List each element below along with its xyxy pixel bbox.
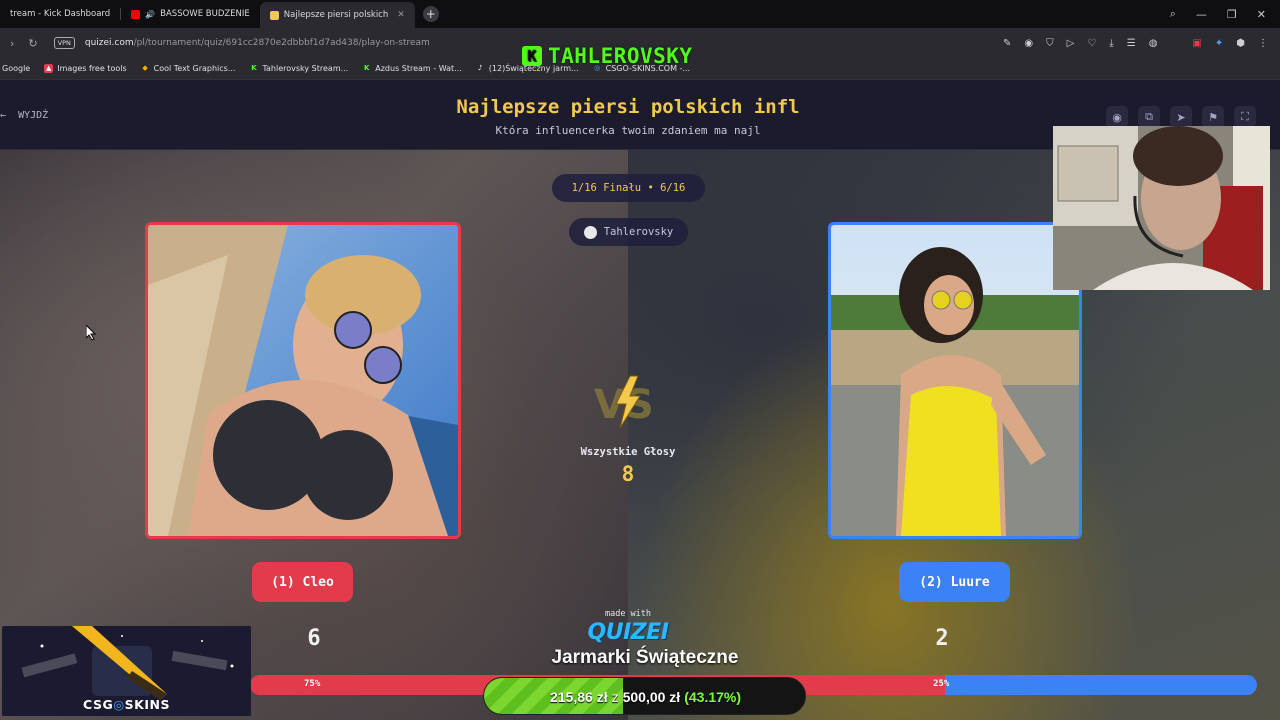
kick-icon: K: [251, 64, 257, 72]
tab-bassowe-budzenie-label: BASSOWE BUDZENIE: [160, 9, 250, 19]
forward-icon[interactable]: ›: [10, 37, 14, 50]
menu-icon[interactable]: ☰: [1127, 38, 1136, 49]
bookmark-tahlerovsky-label: Tahlerovsky Stream...: [262, 64, 349, 73]
donation-separator: z: [611, 689, 619, 705]
window-controls: ⌕ — ❐ ✕: [1170, 0, 1280, 28]
webcam-feed: [1053, 126, 1270, 290]
extension-icon[interactable]: ▣: [1192, 38, 1201, 49]
eye-icon[interactable]: ◉: [1106, 106, 1128, 128]
fullscreen-icon[interactable]: ⛶: [1234, 106, 1256, 128]
tab-bassowe-budzenie[interactable]: 🔊 BASSOWE BUDZENIE: [121, 1, 260, 27]
channel-name: TAHLEROVSKY: [548, 44, 693, 68]
mouse-cursor-icon: [86, 325, 97, 341]
donation-goal-bar: 215,86 zł z 500,00 zł (43.17%): [483, 677, 806, 715]
round-indicator: 1/16 Finału • 6/16: [552, 174, 705, 202]
right-percent-label: 25%: [933, 679, 950, 689]
right-vote-count: 2: [935, 626, 949, 651]
youtube-icon: [131, 9, 141, 19]
made-with-label: made with: [604, 609, 652, 619]
bookmark-images-label: Images free tools: [57, 64, 127, 73]
quizei-logo[interactable]: QUIZEI: [578, 620, 678, 645]
minimize-button[interactable]: —: [1196, 8, 1207, 21]
kick-channel-overlay: K TAHLEROVSKY: [522, 44, 693, 68]
total-votes-value: 8: [621, 462, 635, 486]
csg-skins-title: CSG◎SKINS: [2, 697, 251, 712]
vpn-badge[interactable]: VPN: [53, 37, 75, 49]
csg-brand-right: SKINS: [124, 697, 170, 712]
vs-emblem: VS: [592, 372, 664, 430]
url-path: /pl/tournament/quiz/691cc2870e2dbbbf1d7a…: [133, 38, 430, 48]
bookmark-google[interactable]: Google: [2, 64, 30, 73]
bookmark-google-label: Google: [2, 64, 31, 73]
vote-right-button[interactable]: (2) Luure: [899, 562, 1010, 602]
quizei-favicon-icon: [269, 10, 279, 20]
bookmark-tahlerovsky[interactable]: K Tahlerovsky Stream...: [249, 64, 348, 73]
extensions-icon[interactable]: ⬢: [1236, 38, 1245, 49]
heart-icon[interactable]: ♡: [1087, 38, 1096, 49]
left-vote-count: 6: [307, 626, 321, 651]
search-tabs-icon[interactable]: ⌕: [1170, 7, 1176, 21]
camera-icon[interactable]: ◉: [1024, 38, 1033, 49]
profile-icon[interactable]: ◍: [1149, 38, 1158, 49]
contestant-left-card[interactable]: [145, 222, 461, 539]
donation-goal: 500,00 zł: [622, 689, 681, 705]
streamer-name: Tahlerovsky: [603, 226, 674, 238]
streamer-badge: Tahlerovsky: [569, 218, 688, 246]
url-host: quizei.com: [84, 38, 134, 48]
tab-kick-dashboard-label: tream - Kick Dashboard: [10, 9, 111, 19]
close-tab-icon[interactable]: ✕: [397, 10, 405, 20]
browser-menu-icon[interactable]: ⋮: [1258, 38, 1268, 49]
page-title: Najlepsze piersi polskich infl: [456, 96, 800, 118]
vote-left-button[interactable]: (1) Cleo: [252, 562, 353, 602]
address-bar-icons: ✎ ◉ ⛉ ▷ ♡ ⤓ ☰ ◍ ▣ ✦ ⬢ ⋮: [1003, 28, 1268, 58]
contestant-right-card[interactable]: [828, 222, 1082, 539]
donation-goal-title: Jarmarki Świąteczne: [551, 647, 739, 668]
csg-logo-icon: ◎: [113, 697, 125, 712]
url-field[interactable]: quizei.com/pl/tournament/quiz/691cc2870e…: [85, 38, 430, 48]
tab-quiz-label: Najlepsze piersi polskich: [283, 10, 389, 20]
csg-skins-promo: CSG◎SKINS: [2, 626, 251, 716]
bookmark-cooltext-label: Cool Text Graphics...: [153, 64, 236, 73]
speaker-icon: 🔊: [145, 9, 156, 19]
play-icon[interactable]: ▷: [1067, 38, 1075, 49]
shield-icon[interactable]: ⛉: [1046, 38, 1054, 49]
bookmark-images-free-tools[interactable]: ▲ Images free tools: [44, 64, 127, 73]
reload-icon[interactable]: ↻: [28, 37, 37, 50]
webcam-overlay: [1053, 126, 1270, 290]
bookmark-favicon-icon: ▲: [44, 64, 54, 73]
restore-button[interactable]: ❐: [1227, 8, 1237, 21]
browser-tab-bar: tream - Kick Dashboard 🔊 BASSOWE BUDZENI…: [0, 0, 1280, 28]
flag-icon[interactable]: ⚑: [1202, 106, 1224, 128]
close-window-button[interactable]: ✕: [1257, 8, 1266, 21]
tiktok-icon: ♪: [478, 64, 483, 72]
donation-goal-text: 215,86 zł z 500,00 zł (43.17%): [484, 678, 805, 714]
contestant-left-photo: [148, 225, 458, 536]
bookmark-azdus-label: Azdus Stream - Wat...: [375, 64, 462, 73]
bookmark-cool-text[interactable]: ◆ Cool Text Graphics...: [141, 64, 236, 73]
new-tab-button[interactable]: +: [422, 6, 439, 22]
total-votes-label: Wszystkie Głosy: [580, 446, 676, 458]
tab-quiz-active[interactable]: Najlepsze piersi polskich ✕: [259, 2, 415, 28]
send-icon[interactable]: ➤: [1170, 106, 1192, 128]
bookmark-favicon-icon: ◆: [142, 64, 148, 72]
edit-icon[interactable]: ✎: [1003, 38, 1011, 49]
kick-icon: K: [364, 64, 370, 72]
download-icon[interactable]: ⤓: [1109, 38, 1113, 49]
bookmark-azdus[interactable]: K Azdus Stream - Wat...: [362, 64, 462, 73]
left-percent-label: 75%: [304, 679, 321, 689]
contestant-right-photo: [831, 225, 1079, 536]
header-actions: ◉ ⧉ ➤ ⚑ ⛶: [1106, 106, 1256, 128]
share-icon[interactable]: ⧉: [1138, 106, 1160, 128]
donation-current: 215,86 zł: [549, 689, 608, 705]
vs-lightning-icon: VS: [594, 375, 654, 429]
csg-brand-left: CSG: [83, 697, 114, 712]
kick-logo-icon: K: [522, 46, 542, 66]
donation-percent: (43.17%): [684, 689, 742, 705]
avatar: [583, 225, 597, 239]
tab-kick-dashboard[interactable]: tream - Kick Dashboard: [0, 1, 120, 27]
extension-2-icon[interactable]: ✦: [1215, 38, 1223, 49]
